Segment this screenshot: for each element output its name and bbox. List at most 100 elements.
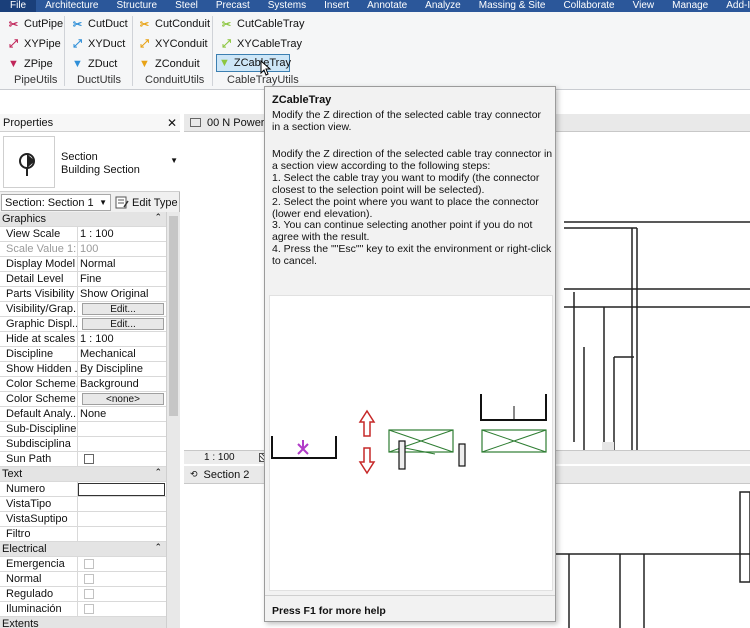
cut-duct-icon: ✂ [72, 18, 83, 31]
menu-structure[interactable]: Structure [107, 0, 166, 12]
property-label: Sub-Discipline [0, 422, 78, 436]
zcabletray-button[interactable]: ▼ ZCableTray [216, 54, 291, 72]
properties-grid: Graphics ⌃ View Scale 1 : 100 Scale Valu… [0, 212, 166, 628]
cutconduit-label: CutConduit [155, 18, 211, 30]
section-title: Extents [2, 618, 39, 628]
chevron-down-icon: ▼ [170, 156, 178, 165]
section-header-graphics[interactable]: Graphics ⌃ [0, 212, 166, 227]
property-label: Subdisciplina [0, 437, 78, 451]
property-row: Sun Path [0, 452, 166, 467]
edit-type-label: Edit Type [132, 196, 178, 209]
menu-analyze[interactable]: Analyze [416, 0, 470, 12]
property-row: Scale Value 1: 100 [0, 242, 166, 257]
tooltip-divider [265, 595, 555, 596]
xypipe-label: XYPipe [24, 38, 61, 50]
scrollbar-thumb[interactable] [169, 216, 178, 416]
zpipe-button[interactable]: ▼ ZPipe [5, 55, 55, 73]
sun-path-checkbox[interactable] [84, 454, 94, 464]
emergencia-checkbox[interactable] [84, 559, 94, 569]
section-header-text[interactable]: Text ⌃ [0, 467, 166, 482]
tooltip-description: Modify the Z direction of the selected c… [272, 148, 554, 268]
property-row: Show Hidden ... By Discipline [0, 362, 166, 377]
property-value[interactable] [78, 497, 166, 511]
property-value[interactable]: Fine [78, 272, 166, 286]
property-value[interactable]: Mechanical [78, 347, 166, 361]
edit-type-button[interactable]: Edit Type [115, 194, 178, 211]
tooltip-illustration [269, 295, 553, 591]
property-value[interactable] [78, 512, 166, 526]
property-row: Display Model Normal [0, 257, 166, 272]
collapse-icon[interactable]: ⌃ [154, 467, 166, 481]
section-header-electrical[interactable]: Electrical ⌃ [0, 542, 166, 557]
iluminacion-checkbox[interactable] [84, 604, 94, 614]
property-value[interactable]: Show Original [78, 287, 166, 301]
graphic-display-edit-button[interactable]: Edit... [82, 318, 164, 330]
xypipe-button[interactable]: ⤢ XYPipe [5, 35, 63, 53]
color-scheme-button[interactable]: <none> [82, 393, 164, 405]
zconduit-button[interactable]: ▼ ZConduit [136, 55, 202, 73]
view-scale[interactable]: 1 : 100 [204, 452, 235, 463]
properties-header: Properties ✕ [0, 114, 180, 132]
menu-view[interactable]: View [624, 0, 664, 12]
property-value[interactable] [78, 527, 166, 541]
property-value[interactable] [78, 422, 166, 436]
property-label: Visibility/Grap... [0, 302, 78, 316]
menu-annotate[interactable]: Annotate [358, 0, 416, 12]
regulado-checkbox[interactable] [84, 589, 94, 599]
menu-add-ins[interactable]: Add-Ins [717, 0, 750, 12]
property-value[interactable] [78, 437, 166, 451]
menu-systems[interactable]: Systems [259, 0, 315, 12]
property-row: Color Scheme... Background [0, 377, 166, 392]
property-label: Color Scheme... [0, 377, 78, 391]
normal-checkbox[interactable] [84, 574, 94, 584]
numero-input[interactable] [78, 483, 165, 496]
menu-collaborate[interactable]: Collaborate [554, 0, 623, 12]
zconduit-label: ZConduit [155, 58, 200, 70]
menu-manage[interactable]: Manage [663, 0, 717, 12]
type-selector[interactable]: Section Building Section ▼ [0, 132, 180, 192]
cutpipe-button[interactable]: ✂ CutPipe [5, 15, 65, 33]
xyconduit-button[interactable]: ⤢ XYConduit [136, 35, 210, 53]
property-value[interactable]: 1 : 100 [78, 332, 166, 346]
property-label: Sun Path [0, 452, 78, 466]
property-value[interactable]: None [78, 407, 166, 421]
visibility-edit-button[interactable]: Edit... [82, 303, 164, 315]
xycabletray-button[interactable]: ⤢ XYCableTray [218, 35, 304, 53]
instance-selector[interactable]: Section: Section 1 ▼ [1, 194, 111, 211]
property-value[interactable]: Background [78, 377, 166, 391]
menu-precast[interactable]: Precast [207, 0, 259, 12]
property-value[interactable]: Normal [78, 257, 166, 271]
property-row: Sub-Discipline [0, 422, 166, 437]
cutduct-button[interactable]: ✂ CutDuct [69, 15, 130, 33]
z-duct-icon: ▼ [72, 58, 83, 70]
menu-massing-site[interactable]: Massing & Site [470, 0, 555, 12]
cutcabletray-button[interactable]: ✂ CutCableTray [218, 15, 306, 33]
property-row: VistaTipo [0, 497, 166, 512]
tooltip-summary: Modify the Z direction of the selected c… [272, 109, 542, 133]
property-row: Filtro [0, 527, 166, 542]
section-title: Electrical [2, 543, 47, 555]
close-icon[interactable]: ✕ [167, 116, 177, 130]
menu-architecture[interactable]: Architecture [36, 0, 107, 12]
z-cabletray-icon: ▼ [219, 57, 230, 69]
xy-pipe-icon: ⤢ [9, 37, 18, 50]
section-title: Graphics [2, 213, 47, 225]
properties-scrollbar[interactable] [166, 212, 180, 628]
menu-insert[interactable]: Insert [315, 0, 358, 12]
property-label: VistaTipo [0, 497, 78, 511]
properties-panel: Properties ✕ Section Building Section ▼ … [0, 114, 180, 628]
section-header-extents[interactable]: Extents [0, 617, 166, 628]
property-value[interactable]: 1 : 100 [78, 227, 166, 241]
tooltip-line: to cancel. [272, 255, 317, 268]
property-label: Emergencia [0, 557, 78, 571]
zduct-button[interactable]: ▼ ZDuct [69, 55, 119, 73]
collapse-icon[interactable]: ⌃ [154, 542, 166, 556]
property-value[interactable]: By Discipline [78, 362, 166, 376]
collapse-icon[interactable]: ⌃ [154, 212, 166, 226]
xycabletray-label: XYCableTray [237, 38, 303, 50]
xy-conduit-icon: ⤢ [140, 37, 149, 50]
menu-file[interactable]: File [0, 0, 37, 12]
xyduct-button[interactable]: ⤢ XYDuct [69, 35, 127, 53]
cutconduit-button[interactable]: ✂ CutConduit [136, 15, 212, 33]
menu-steel[interactable]: Steel [166, 0, 207, 12]
